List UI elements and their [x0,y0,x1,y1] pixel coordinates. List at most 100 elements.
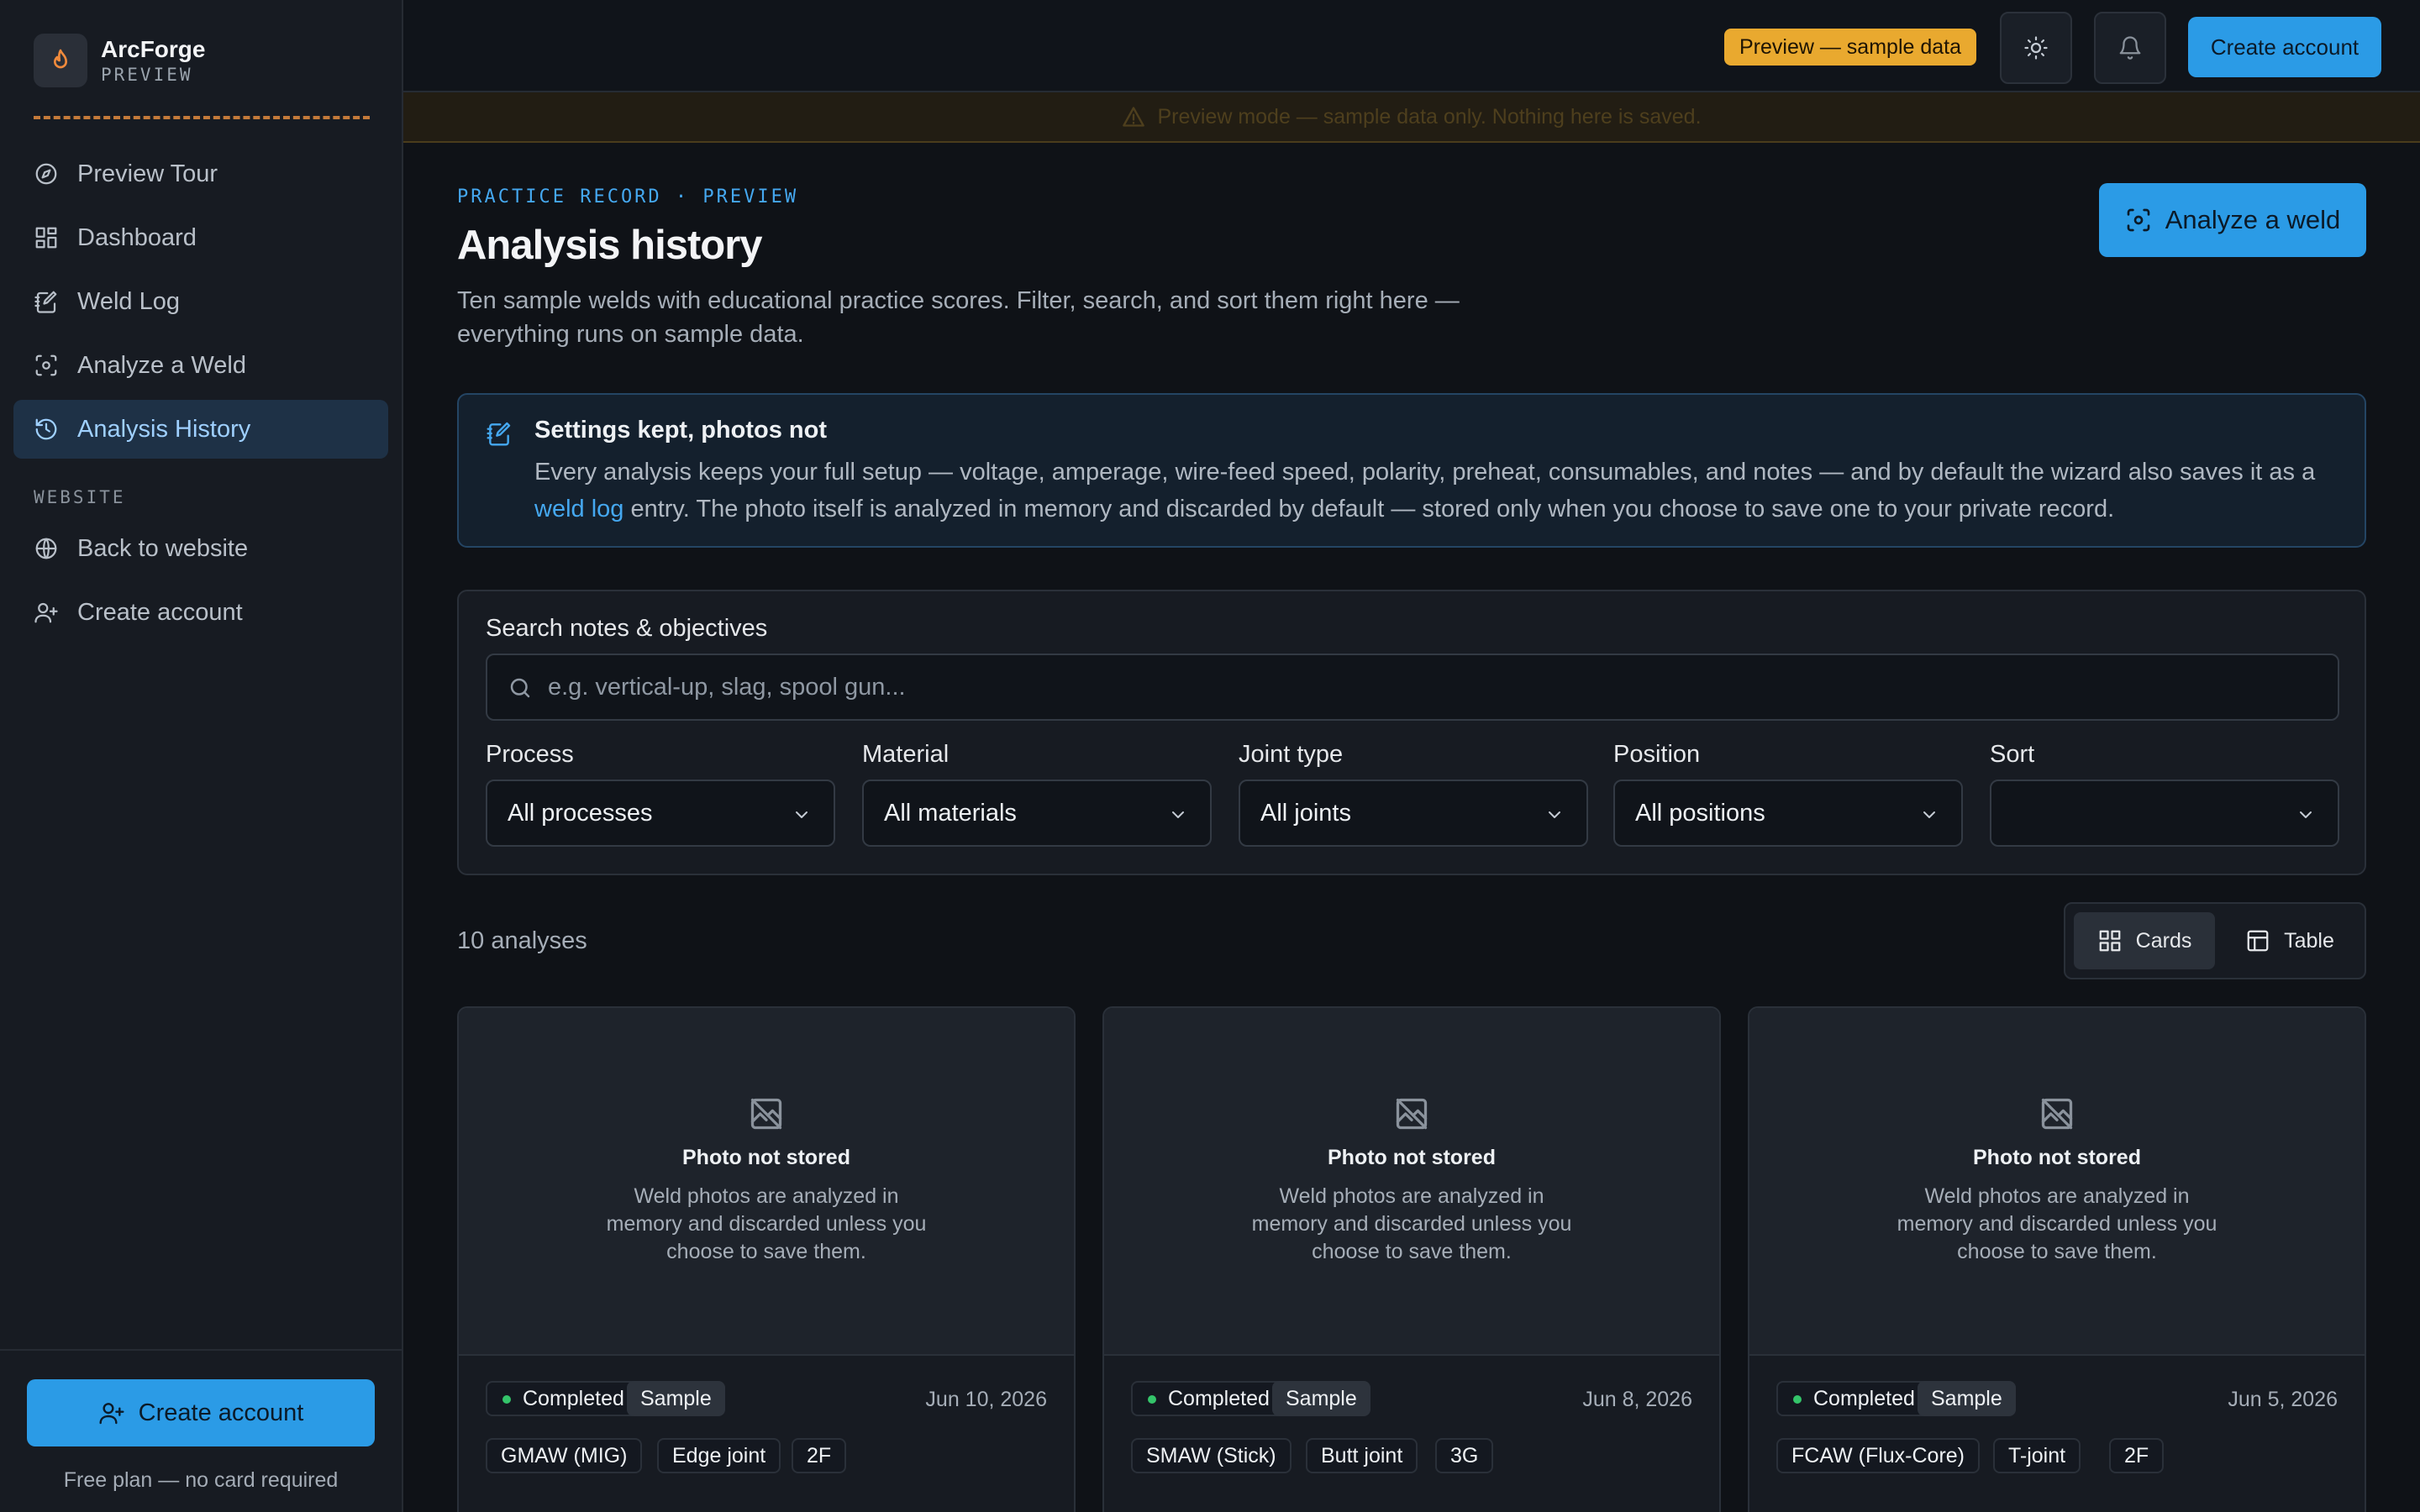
globe-icon [35,538,57,559]
sidebar-item-label: Weld Log [77,287,180,315]
process-tag: GMAW (MIG) [486,1438,643,1473]
search-label: Search notes & objectives [486,615,768,642]
warning-icon [1123,107,1145,127]
weld-log-link[interactable]: weld log [534,496,623,522]
position-value: All positions [1635,799,1765,827]
flame-icon [34,34,87,87]
joint-tag: T-joint [1993,1438,2081,1473]
view-table-label: Table [2284,928,2334,953]
user-plus-icon [99,1403,124,1425]
analysis-card[interactable]: Photo not stored Weld photos are analyze… [1748,1006,2366,1512]
position-tag: 3G [1435,1438,1494,1473]
chevron-down-icon [2300,811,2312,818]
chevron-down-icon [796,811,808,818]
sidebar-item-dashboard[interactable]: Dashboard [13,208,388,267]
search-input[interactable] [548,655,2312,719]
sort-label: Sort [1990,741,2035,768]
sidebar-cta-note: Free plan — no card required [63,1468,339,1492]
photo-placeholder: Photo not stored Weld photos are analyze… [459,1008,1074,1356]
view-toggle: Cards Table [2064,902,2366,979]
chevron-down-icon [1549,811,1560,818]
brand-divider [34,116,370,119]
scan-icon [35,354,57,376]
photo-title: Photo not stored [1328,1146,1496,1169]
sidebar-item-label: Preview Tour [77,160,218,187]
compass-icon [35,163,57,185]
position-tag: 2F [2109,1438,2165,1473]
page-eyebrow: PRACTICE RECORD · PREVIEW [457,186,799,207]
card-date: Jun 10, 2026 [925,1388,1047,1411]
brand[interactable]: ArcForge PREVIEW [34,34,205,87]
sample-badge: Sample [1918,1381,2016,1416]
sample-badge: Sample [1272,1381,1370,1416]
sun-icon [2024,36,2048,60]
photo-title: Photo not stored [1973,1146,2141,1169]
grid-icon [2099,930,2121,952]
dashboard-icon [35,227,57,249]
joint-tag: Butt joint [1306,1438,1418,1473]
sidebar: ArcForge PREVIEW Preview Tour Dashboard … [0,0,403,1512]
sidebar-item-label: Dashboard [77,223,197,251]
analyze-weld-button[interactable]: Analyze a weld [2099,183,2366,257]
sidebar-item-label: Analyze a Weld [77,351,246,379]
notifications-button[interactable] [2094,12,2166,84]
image-off-icon [2041,1098,2073,1130]
view-cards-button[interactable]: Cards [2074,912,2215,969]
filter-panel: Search notes & objectives Process All pr… [457,590,2366,875]
user-plus-icon [34,602,58,623]
joint-tag: Edge joint [657,1438,781,1473]
sidebar-create-account-button[interactable]: Create account [27,1379,375,1446]
info-body-end: entry. The photo itself is analyzed in m… [623,496,2115,522]
theme-toggle-button[interactable] [2000,12,2072,84]
sidebar-footer: Create account Free plan — no card requi… [0,1349,402,1512]
sidebar-section-label: WEBSITE [34,487,126,507]
page-title: Analysis history [457,223,763,268]
card-date: Jun 8, 2026 [1582,1388,1692,1411]
sidebar-item-label: Create account [77,598,243,626]
brand-badge: PREVIEW [101,65,193,85]
sort-select[interactable] [1990,780,2339,847]
bell-icon [2119,36,2141,60]
sidebar-item-analysis-history[interactable]: Analysis History [13,400,388,459]
sample-badge: Sample [627,1381,725,1416]
info-body: Every analysis keeps your full setup — v… [534,454,2341,528]
results-count: 10 analyses [457,927,587,954]
sidebar-item-create-account[interactable]: Create account [13,583,388,642]
sidebar-nav: Preview Tour Dashboard Weld Log Analyze … [13,144,388,647]
image-off-icon [750,1098,782,1130]
status-badge: Completed [1131,1381,1285,1416]
photo-placeholder: Photo not stored Weld photos are analyze… [1749,1008,2365,1356]
status-badge: Completed [486,1381,639,1416]
material-select[interactable]: All materials [862,780,1212,847]
photo-text: Weld photos are analyzed in memory and d… [1897,1184,2217,1263]
search-icon [510,678,530,698]
analysis-card[interactable]: Photo not stored Weld photos are analyze… [1102,1006,1721,1512]
notebook-pen-icon [487,422,511,446]
sidebar-item-label: Back to website [77,534,249,562]
topbar-create-account-button[interactable]: Create account [2188,17,2381,77]
photo-placeholder: Photo not stored Weld photos are analyze… [1104,1008,1719,1356]
view-table-button[interactable]: Table [2220,912,2360,969]
status-badge: Completed [1776,1381,1930,1416]
analyze-weld-label: Analyze a weld [2165,205,2341,234]
analysis-card[interactable]: Photo not stored Weld photos are analyze… [457,1006,1076,1512]
sidebar-item-back-to-website[interactable]: Back to website [13,519,388,578]
process-tag: FCAW (Flux-Core) [1776,1438,1981,1473]
sidebar-item-weld-log[interactable]: Weld Log [13,272,388,331]
joint-type-select[interactable]: All joints [1239,780,1588,847]
sidebar-cta-label: Create account [138,1399,304,1426]
sidebar-item-preview-tour[interactable]: Preview Tour [13,144,388,203]
chevron-down-icon [1172,811,1184,818]
scan-icon [2127,208,2150,232]
info-body-start: Every analysis keeps your full setup — v… [534,459,2316,486]
material-value: All materials [884,799,1017,827]
notebook-pen-icon [34,291,57,313]
process-label: Process [486,741,574,768]
image-off-icon [1396,1098,1428,1130]
position-select[interactable]: All positions [1613,780,1963,847]
process-select[interactable]: All processes [486,780,835,847]
sidebar-item-analyze-a-weld[interactable]: Analyze a Weld [13,336,388,395]
chevron-down-icon [1923,811,1935,818]
banner-text: Preview mode — sample data only. Nothing… [1157,104,1702,129]
view-cards-label: Cards [2135,928,2192,953]
